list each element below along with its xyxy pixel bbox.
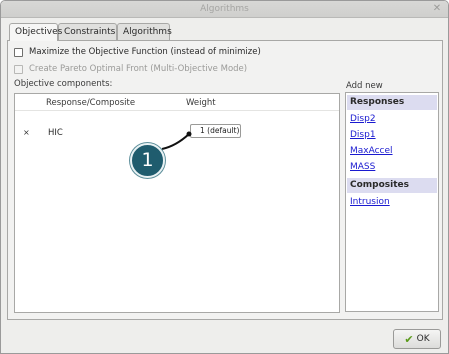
responses-heading: Responses (347, 95, 437, 110)
add-link-intrusion[interactable]: Intrusion (350, 197, 390, 207)
ok-label: OK (416, 334, 430, 344)
algorithms-dialog: Algorithms ✕ Objectives Constraints Algo… (0, 0, 449, 354)
objective-components-label: Objective components: (14, 79, 113, 89)
objective-components-table: Response/Composite Weight × HIC 1 (defau… (14, 93, 340, 313)
composites-heading: Composites (347, 178, 437, 193)
row-name: HIC (48, 128, 63, 138)
header-divider (15, 110, 339, 111)
checkmark-icon: ✔ (404, 332, 414, 346)
close-icon[interactable]: ✕ (432, 4, 442, 14)
column-header-weight: Weight (186, 98, 216, 108)
pareto-checkbox (14, 64, 23, 74)
add-new-label: Add new (346, 81, 383, 91)
pareto-label: Create Pareto Optimal Front (Multi-Objec… (29, 64, 248, 74)
callout-marker: 1 (130, 143, 165, 178)
tab-objectives[interactable]: Objectives (9, 23, 62, 41)
window-title: Algorithms (200, 4, 249, 14)
add-new-list: Responses Disp2 Disp1 MaxAccel MASS Comp… (345, 92, 439, 312)
add-link-maxaccel[interactable]: MaxAccel (350, 146, 393, 156)
column-header-response: Response/Composite (46, 98, 136, 108)
weight-field[interactable]: 1 (default) (190, 124, 241, 138)
pareto-option: Create Pareto Optimal Front (Multi-Objec… (14, 63, 247, 75)
add-link-mass[interactable]: MASS (350, 162, 375, 172)
maximize-option[interactable]: Maximize the Objective Function (instead… (14, 46, 261, 58)
maximize-checkbox[interactable] (14, 47, 23, 57)
remove-icon[interactable]: × (23, 128, 30, 137)
tab-algorithms[interactable]: Algorithms (117, 23, 172, 40)
title-bar: Algorithms ✕ (1, 1, 448, 18)
add-link-disp2[interactable]: Disp2 (350, 114, 376, 124)
add-link-disp1[interactable]: Disp1 (350, 130, 376, 140)
ok-button[interactable]: ✔ OK (393, 329, 441, 349)
tab-constraints[interactable]: Constraints (58, 23, 117, 40)
maximize-label: Maximize the Objective Function (instead… (29, 47, 261, 57)
